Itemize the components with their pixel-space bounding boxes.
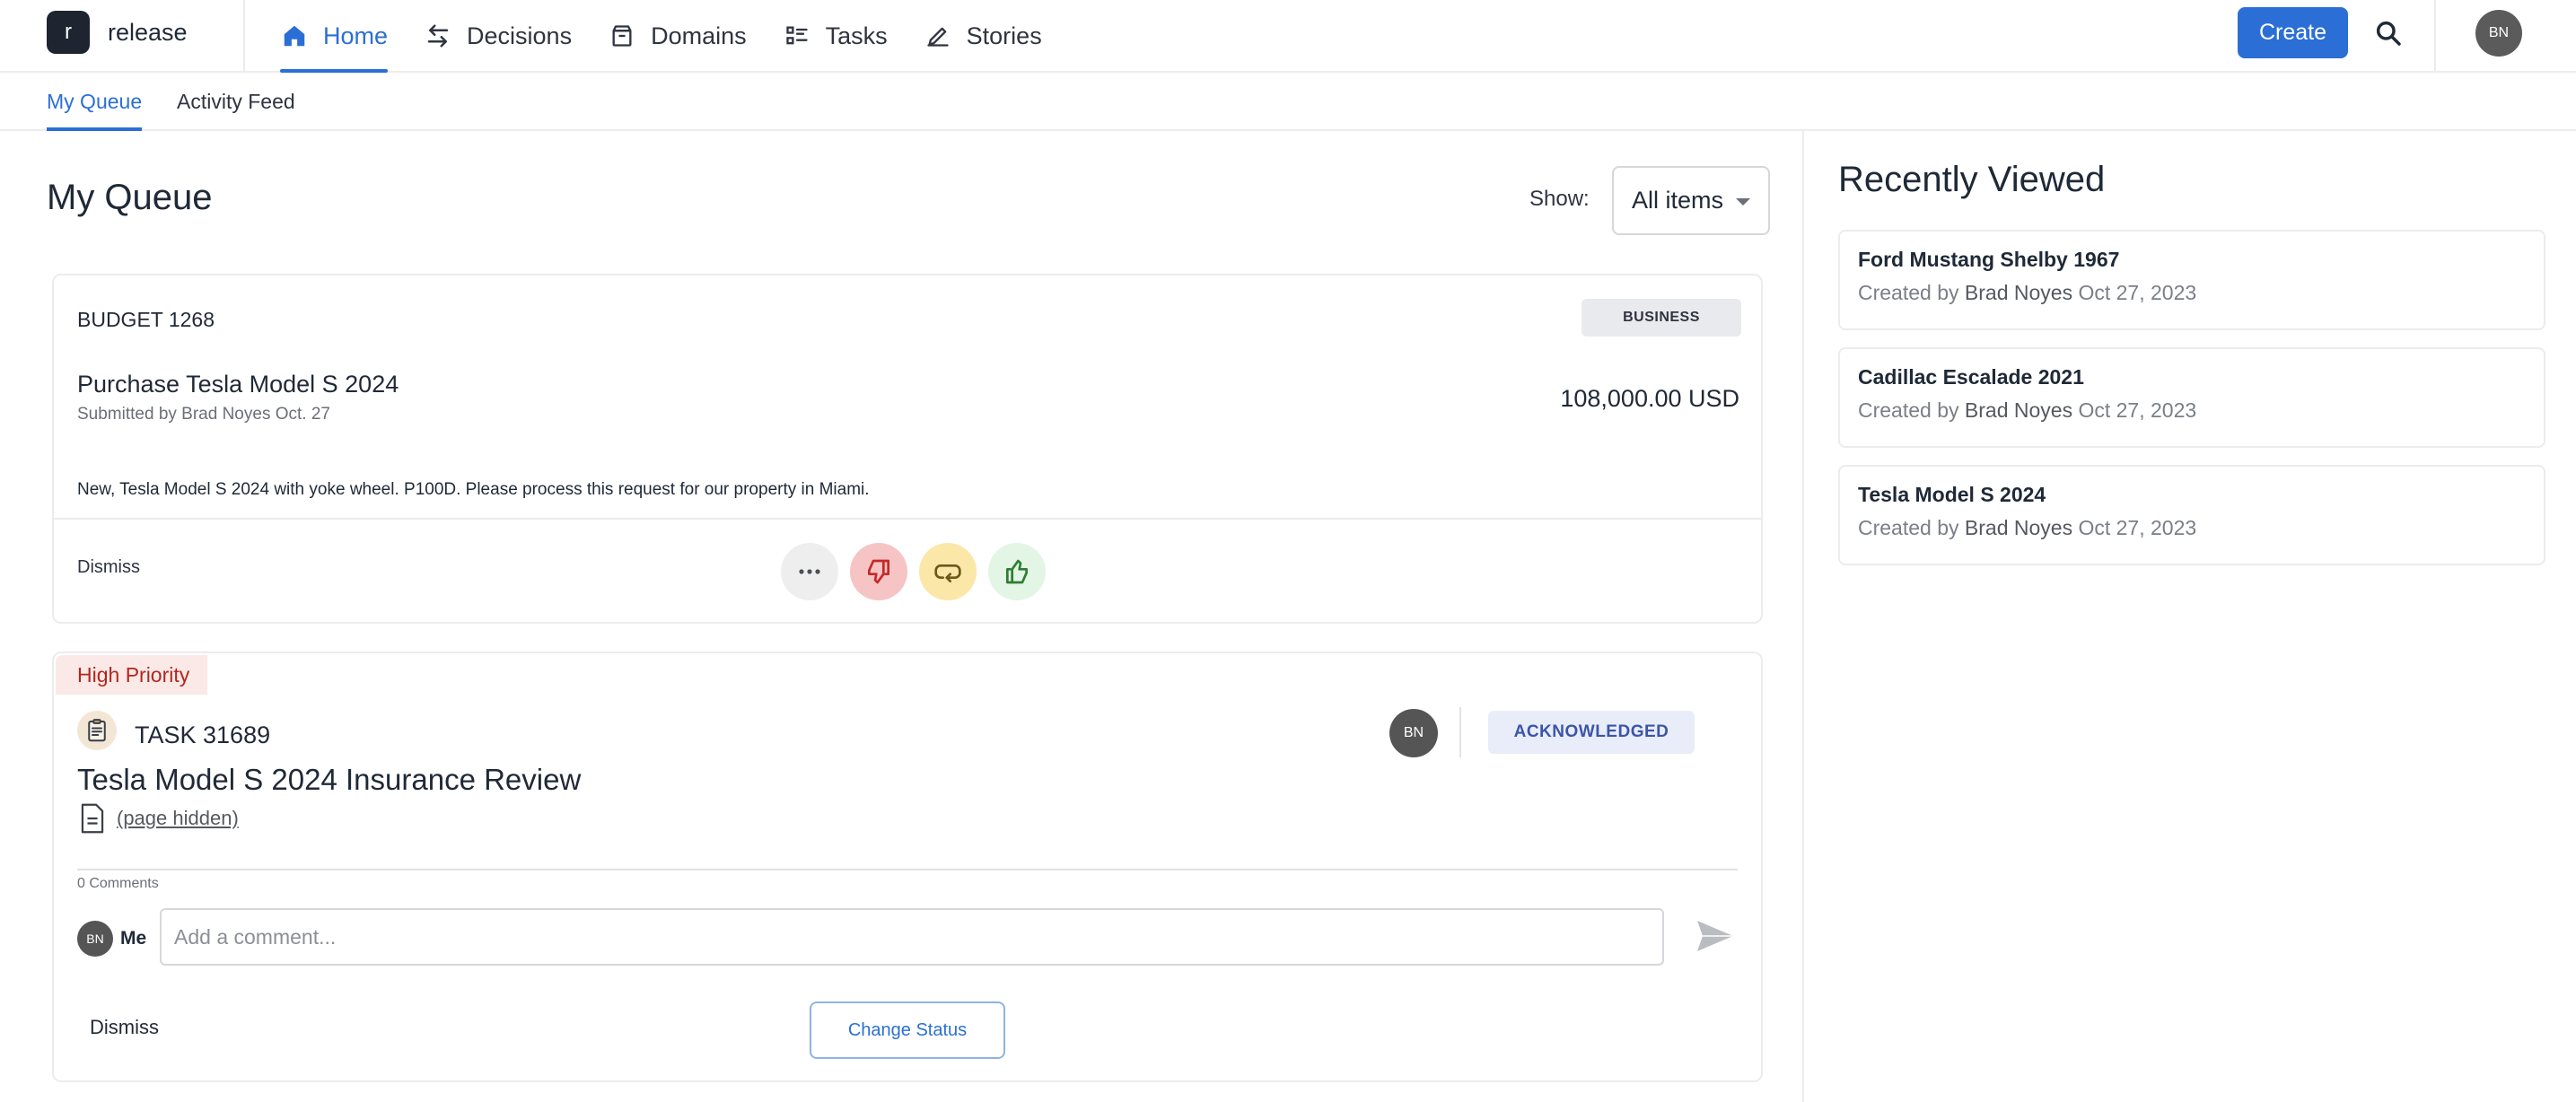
brand-divider <box>243 0 245 72</box>
recently-viewed-item-meta: Created by Brad Noyes Oct 27, 2023 <box>1858 281 2526 305</box>
request-amount: 108,000.00 USD <box>1560 385 1739 412</box>
recently-viewed-item-title: Tesla Model S 2024 <box>1858 483 2046 506</box>
page-title: My Queue <box>47 178 213 217</box>
card-divider <box>54 518 1761 520</box>
created-date: Oct 27, 2023 <box>2078 281 2197 304</box>
nav-item-domains[interactable]: Domains <box>608 0 747 72</box>
category-badge: BUSINESS <box>1582 299 1741 337</box>
created-by-author: Brad Noyes <box>1964 281 2073 304</box>
task-id: TASK 31689 <box>135 722 271 748</box>
created-by-author: Brad Noyes <box>1964 516 2073 539</box>
commenter-label: Me <box>120 928 147 949</box>
created-date: Oct 27, 2023 <box>2078 516 2197 539</box>
show-filter-value: All items <box>1632 187 1724 214</box>
recently-viewed-title: Recently Viewed <box>1838 160 2106 199</box>
right-panel-divider <box>1802 131 1804 1102</box>
pencil-icon <box>924 22 952 50</box>
nav-item-decisions[interactable]: Decisions <box>424 0 572 72</box>
reject-button[interactable] <box>850 543 907 600</box>
assignee-divider <box>1459 707 1461 757</box>
status-badge: ACKNOWLEDGED <box>1488 711 1695 754</box>
task-list-icon <box>783 22 811 50</box>
search-icon[interactable] <box>2371 16 2405 50</box>
approve-button[interactable] <box>988 543 1046 600</box>
show-filter-label: Show: <box>1529 187 1590 211</box>
thumbs-up-icon <box>1006 559 1028 584</box>
task-card[interactable]: High Priority TASK 31689 Tesla Model S 2… <box>52 652 1763 1082</box>
archive-box-icon <box>608 22 636 50</box>
nav-item-label: Stories <box>966 22 1042 49</box>
document-icon <box>81 803 104 834</box>
nav-item-label: Decisions <box>467 22 573 49</box>
recently-viewed-item-meta: Created by Brad Noyes Oct 27, 2023 <box>1858 398 2526 423</box>
arrows-exchange-icon <box>424 22 452 50</box>
nav-item-label: Home <box>323 22 389 49</box>
nav-item-stories[interactable]: Stories <box>924 0 1042 72</box>
recently-viewed-item[interactable]: Cadillac Escalade 2021 Created by Brad N… <box>1838 347 2545 448</box>
created-date: Oct 27, 2023 <box>2078 398 2197 422</box>
caret-down-icon <box>1736 198 1750 206</box>
tab-my-queue[interactable]: My Queue <box>47 73 143 131</box>
nav-item-label: Domains <box>651 22 747 49</box>
topbar-divider <box>2434 0 2436 72</box>
linked-page[interactable]: (page hidden) <box>77 802 239 835</box>
commenter-avatar: BN <box>77 921 113 957</box>
recently-viewed-item-title: Ford Mustang Shelby 1967 <box>1858 248 2120 271</box>
created-by-prefix: Created by <box>1858 398 1959 422</box>
tab-activity-feed[interactable]: Activity Feed <box>177 73 295 130</box>
recently-viewed-item-title: Cadillac Escalade 2021 <box>1858 365 2084 389</box>
app-logo[interactable]: r <box>47 11 90 54</box>
comments-count: 0 Comments <box>77 876 159 891</box>
assignee-avatar[interactable]: BN <box>1389 709 1438 757</box>
created-by-prefix: Created by <box>1858 516 1959 539</box>
dismiss-button[interactable]: Dismiss <box>90 1016 159 1039</box>
nav-item-home[interactable]: Home <box>280 0 389 73</box>
priority-badge: High Priority <box>56 655 208 695</box>
recently-viewed-item-meta: Created by Brad Noyes Oct 27, 2023 <box>1858 516 2526 540</box>
send-icon[interactable] <box>1695 917 1736 955</box>
task-clipboard-icon <box>77 711 117 750</box>
top-navigation-bar: r release Home Decisions Domains Tasks S… <box>0 0 2576 73</box>
create-button[interactable]: Create <box>2238 7 2348 58</box>
main-nav: Home Decisions Domains Tasks Stories <box>280 0 1078 73</box>
request-changes-button[interactable] <box>919 543 977 600</box>
loop-arrow-icon <box>934 564 961 582</box>
nav-item-label: Tasks <box>825 22 888 49</box>
recently-viewed-item[interactable]: Tesla Model S 2024 Created by Brad Noyes… <box>1838 465 2545 565</box>
request-title[interactable]: Purchase Tesla Model S 2024 <box>77 371 399 398</box>
request-submitted-by: Submitted by Brad Noyes Oct. 27 <box>77 405 330 424</box>
request-description: New, Tesla Model S 2024 with yoke wheel.… <box>77 480 870 499</box>
brand[interactable]: r release <box>47 11 188 54</box>
thumbs-down-icon <box>868 559 889 584</box>
app-name[interactable]: release <box>108 19 188 47</box>
subtab-bar: My Queue Activity Feed <box>0 73 2576 131</box>
linked-page-label[interactable]: (page hidden) <box>117 807 239 830</box>
home-icon <box>280 22 309 50</box>
user-avatar[interactable]: BN <box>2475 10 2522 57</box>
budget-id: BUDGET 1268 <box>77 308 215 331</box>
recently-viewed-item[interactable]: Ford Mustang Shelby 1967 Created by Brad… <box>1838 230 2545 330</box>
task-title[interactable]: Tesla Model S 2024 Insurance Review <box>77 763 581 797</box>
change-status-button[interactable]: Change Status <box>810 1001 1005 1059</box>
ellipsis-icon <box>799 569 820 574</box>
nav-item-tasks[interactable]: Tasks <box>783 0 888 72</box>
budget-request-card[interactable]: BUDGET 1268 BUSINESS Purchase Tesla Mode… <box>52 274 1763 624</box>
created-by-prefix: Created by <box>1858 281 1959 304</box>
show-filter-select[interactable]: All items <box>1612 166 1770 235</box>
more-options-button[interactable] <box>781 543 838 600</box>
dismiss-button[interactable]: Dismiss <box>77 557 140 578</box>
created-by-author: Brad Noyes <box>1964 398 2073 422</box>
comment-input[interactable] <box>160 908 1664 966</box>
comments-divider <box>77 869 1738 870</box>
